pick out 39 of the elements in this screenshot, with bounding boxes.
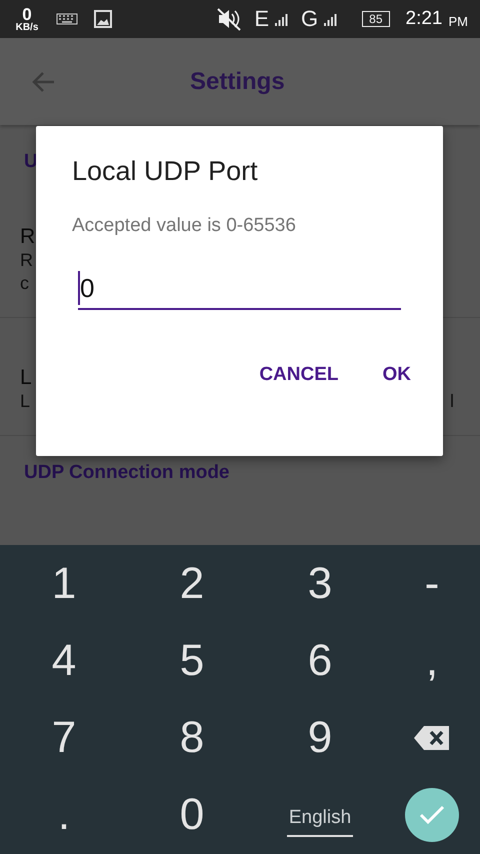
speed-unit: KB/s	[16, 22, 38, 32]
setting-summary: R	[20, 249, 33, 272]
setting-summary: l	[450, 390, 454, 413]
screen-title: Settings	[190, 68, 285, 96]
keyboard-key[interactable]: 1	[0, 545, 128, 622]
network-speed: 0	[22, 6, 32, 22]
setting-summary: L	[20, 390, 30, 413]
clock-period: PM	[448, 14, 468, 29]
setting-summary: c	[20, 272, 29, 295]
network-type: E	[254, 6, 270, 32]
checkmark-icon	[419, 805, 445, 826]
keyboard-key[interactable]: ,	[384, 622, 480, 700]
battery-level: 85	[362, 11, 390, 27]
dialog-button[interactable]: OK	[372, 356, 421, 394]
keyboard-key[interactable]: 9	[256, 700, 384, 777]
mute-icon	[216, 7, 242, 31]
clock: 2:21	[406, 8, 442, 30]
backspace-icon[interactable]	[413, 725, 451, 752]
keyboard-key[interactable]: 7	[0, 700, 128, 777]
keyboard-key[interactable]: 8	[128, 700, 256, 777]
keyboard-key[interactable]: 0	[128, 776, 256, 854]
keyboard-key[interactable]: 6	[256, 622, 384, 700]
image-icon	[94, 10, 112, 28]
keyboard-key[interactable]: 3	[256, 545, 384, 622]
section-header: UDP Connection mode	[24, 462, 230, 485]
keyboard-key[interactable]: 4	[0, 622, 128, 700]
keyboard-icon	[56, 13, 78, 25]
dialog-title: Local UDP Port	[72, 156, 259, 187]
keyboard-key[interactable]: 5	[128, 622, 256, 700]
keyboard-key[interactable]: .	[0, 776, 128, 854]
signal-icon	[275, 12, 290, 26]
keyboard-key[interactable]: 2	[128, 545, 256, 622]
language-key[interactable]: English	[286, 803, 354, 838]
input-field[interactable]: 0	[78, 267, 401, 310]
dialog-message: Accepted value is 0-65536	[72, 215, 297, 237]
network-type: G	[301, 6, 318, 32]
signal-icon	[324, 12, 338, 26]
dialog-button[interactable]: CANCEL	[249, 356, 348, 394]
keyboard-key[interactable]: -	[384, 545, 480, 622]
